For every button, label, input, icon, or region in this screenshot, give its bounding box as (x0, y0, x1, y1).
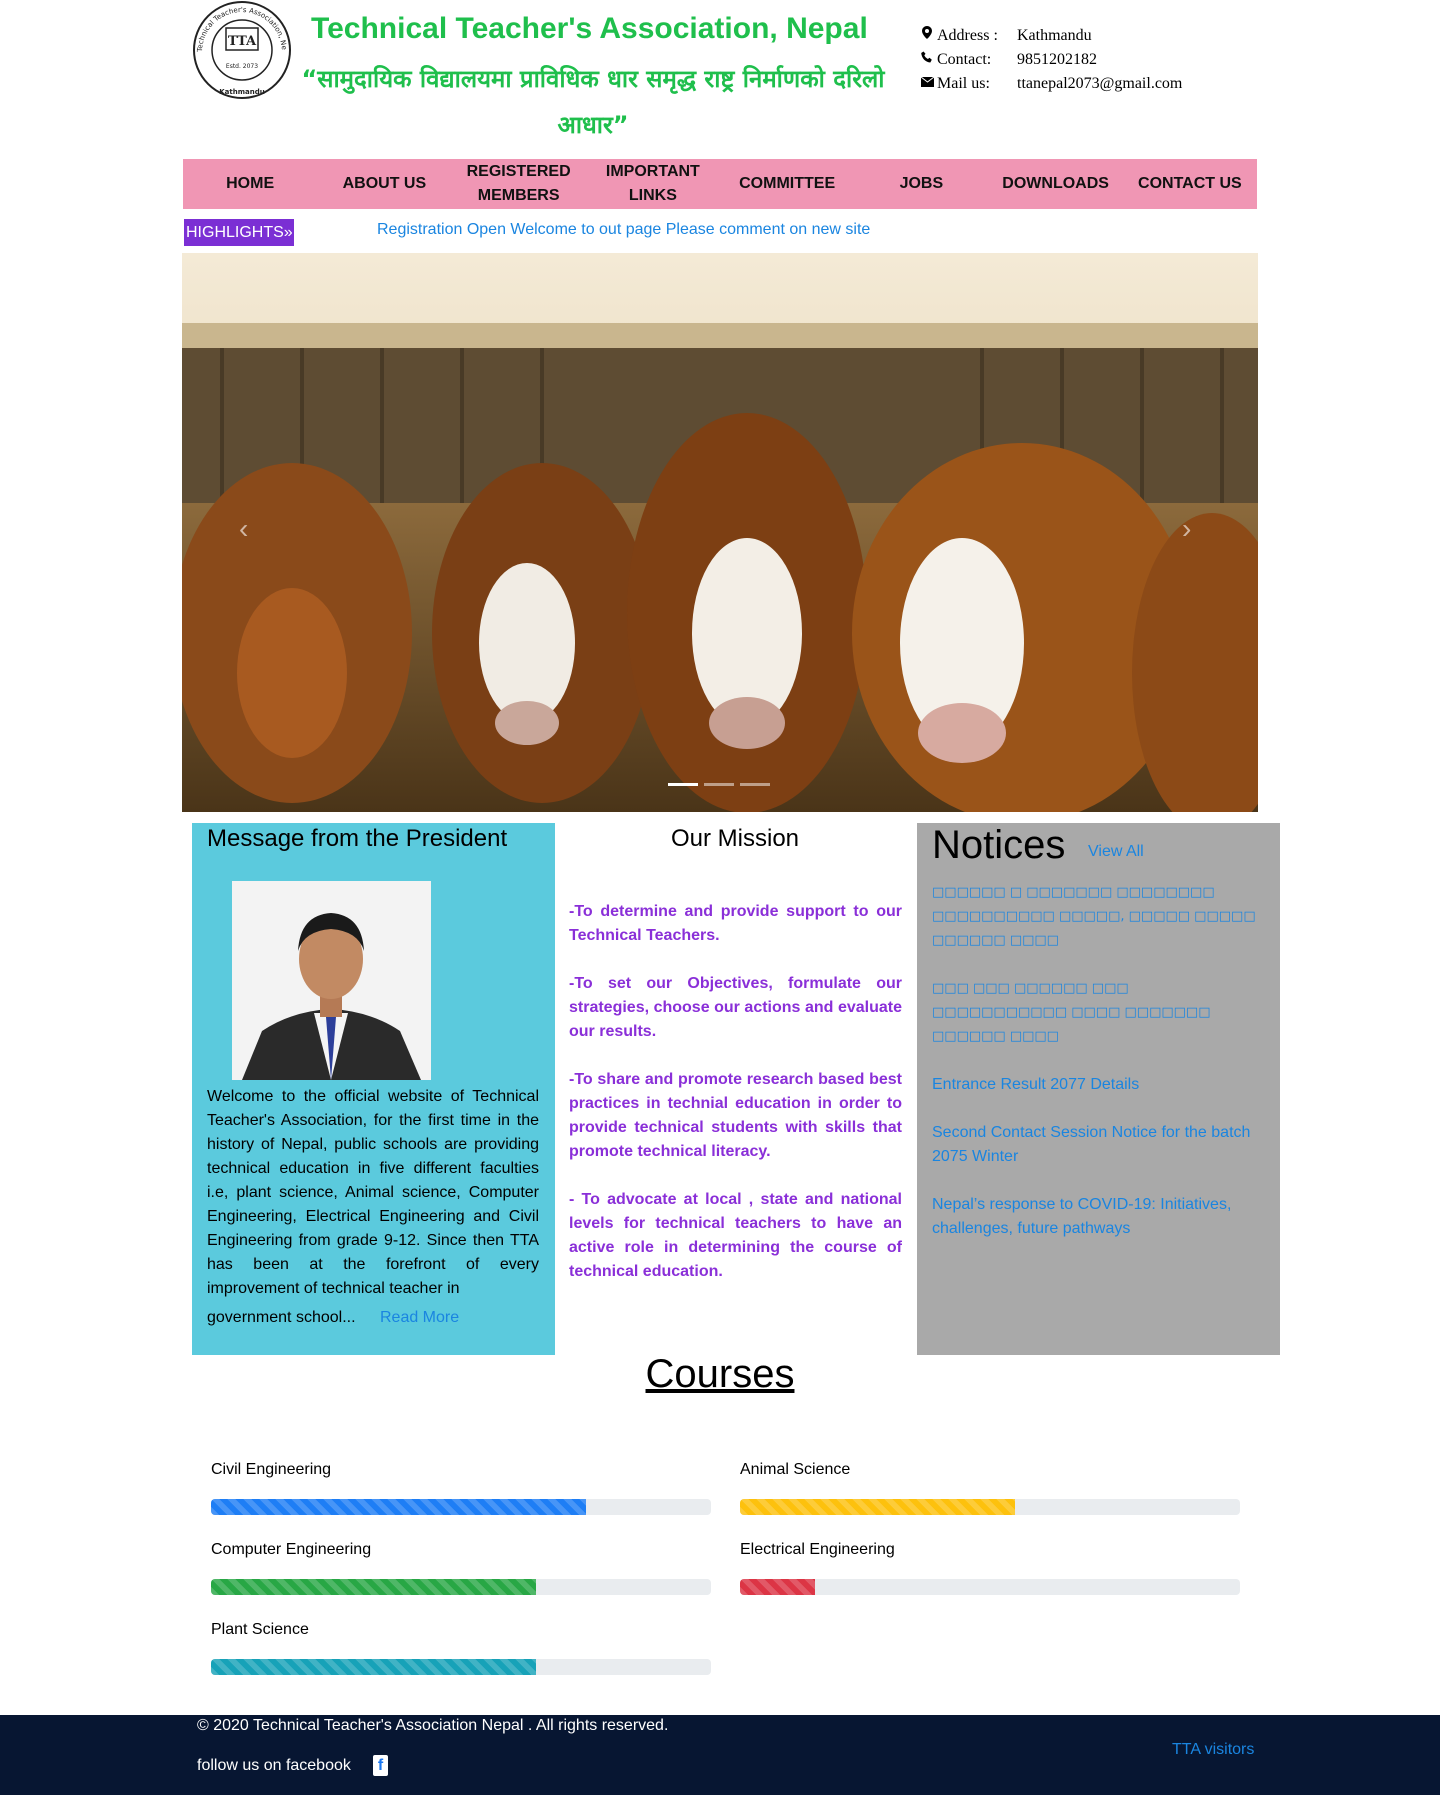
mission-item: -To determine and provide support to our… (569, 903, 902, 944)
president-message-tail: government school... Read More (207, 1309, 459, 1327)
tta-logo[interactable]: Technical Teacher's Association, Nepal T… (178, 0, 304, 102)
facebook-icon[interactable]: f (373, 1755, 388, 1776)
course-progress-bar (211, 1659, 711, 1675)
notice-list: □□□□□□ □ □□□□□□□ □□□□□□□□ □□□□□□□□□□ □□□… (932, 881, 1267, 1265)
president-message-ellipsis: government school... (207, 1309, 356, 1326)
contact-row: Contact: 9851202182 (921, 48, 1182, 72)
carousel-indicator[interactable] (668, 783, 698, 786)
highlights-badge: HIGHLIGHTS» (184, 219, 294, 246)
phone-icon (921, 48, 933, 72)
mail-value[interactable]: ttanepal2073@gmail.com (1017, 72, 1182, 96)
course-progress-bar (740, 1579, 1240, 1595)
contact-value[interactable]: 9851202182 (1017, 48, 1097, 72)
carousel-indicators (668, 783, 770, 786)
mail-row: Mail us: ttanepal2073@gmail.com (920, 72, 1182, 96)
contact-info: Address : Kathmandu Contact: 9851202182 … (920, 24, 1182, 96)
notice-link[interactable]: Nepal’s response to COVID-19: Initiative… (932, 1193, 1267, 1241)
course-name: Civil Engineering (211, 1461, 332, 1478)
president-heading: Message from the President (207, 825, 508, 852)
president-photo (232, 881, 431, 1080)
course-name: Computer Engineering (211, 1541, 372, 1558)
mission-item: -To share and promote research based bes… (569, 1071, 902, 1160)
envelope-icon (920, 72, 935, 96)
address-row: Address : Kathmandu (921, 24, 1182, 48)
logo-initials: TTA (228, 34, 257, 49)
carousel-indicator[interactable] (740, 783, 770, 786)
course-name: Plant Science (211, 1621, 309, 1638)
address-label: Address : (937, 27, 998, 44)
course-progress-fill (211, 1579, 536, 1595)
highlights-ticker[interactable]: Registration Open Welcome to out page Pl… (377, 221, 870, 239)
read-more-link[interactable]: Read More (380, 1309, 459, 1326)
course-progress-bar (211, 1499, 711, 1515)
main-nav: HOME ABOUT US REGISTERED MEMBERS IMPORTA… (183, 159, 1257, 209)
carousel-next-button[interactable]: › (1182, 513, 1191, 545)
course-progress-fill (740, 1579, 815, 1595)
logo-city: Kathmandu (219, 88, 264, 96)
courses-heading: Courses (645, 1352, 795, 1396)
course-name: Electrical Engineering (740, 1541, 895, 1558)
mission-item: - To advocate at local , state and natio… (569, 1191, 902, 1280)
address-value: Kathmandu (1017, 27, 1092, 44)
notice-link[interactable]: □□□ □□□ □□□□□□ □□□ □□□□□□□□□□□ □□□□ □□□□… (932, 977, 1267, 1049)
course-name: Animal Science (740, 1461, 851, 1478)
view-all-notices-link[interactable]: View All (1088, 843, 1144, 861)
notices-panel: Notices View All □□□□□□ □ □□□□□□□ □□□□□□… (917, 823, 1280, 1355)
mission-list: -To determine and provide support to our… (569, 900, 902, 1308)
map-marker-icon (921, 24, 933, 48)
carousel-prev-button[interactable]: ‹ (239, 513, 248, 545)
tta-visitors-link[interactable]: TTA visitors (1172, 1741, 1254, 1759)
nav-committee[interactable]: COMMITTEE (720, 159, 854, 209)
site-slogan: “सामुदायिक विद्यालयमा प्राविधिक धार समृद… (301, 65, 885, 139)
notices-heading: Notices (932, 823, 1066, 867)
site-title: Technical Teacher's Association, Nepal (311, 12, 868, 45)
carousel-indicator[interactable] (704, 783, 734, 786)
nav-home[interactable]: HOME (183, 159, 317, 209)
logo-estd: Estd. 2073 (226, 63, 258, 70)
image-carousel: ‹ › (182, 253, 1258, 812)
notice-link[interactable]: Entrance Result 2077 Details (932, 1073, 1267, 1097)
nav-registered-members[interactable]: REGISTERED MEMBERS (452, 159, 586, 209)
nav-about-us[interactable]: ABOUT US (317, 159, 451, 209)
course-progress-fill (740, 1499, 1015, 1515)
mail-label: Mail us: (937, 75, 990, 92)
footer-copyright: © 2020 Technical Teacher's Association N… (197, 1717, 669, 1734)
notice-link[interactable]: □□□□□□ □ □□□□□□□ □□□□□□□□ □□□□□□□□□□ □□□… (932, 881, 1267, 953)
president-message-panel: Message from the President Welcome to th… (192, 823, 555, 1355)
footer-follow-text: follow us on facebook (197, 1757, 351, 1774)
course-progress-bar (211, 1579, 711, 1595)
mission-heading: Our Mission (670, 825, 800, 852)
mission-item: -To set our Objectives, formulate our st… (569, 975, 902, 1040)
nav-downloads[interactable]: DOWNLOADS (989, 159, 1123, 209)
course-progress-fill (211, 1659, 536, 1675)
carousel-slide-cows (182, 253, 1258, 812)
course-progress-fill (211, 1499, 586, 1515)
president-message-text: Welcome to the official website of Techn… (207, 1088, 539, 1297)
contact-label: Contact: (937, 51, 992, 68)
nav-jobs[interactable]: JOBS (854, 159, 988, 209)
nav-important-links[interactable]: IMPORTANT LINKS (586, 159, 720, 209)
course-progress-bar (740, 1499, 1240, 1515)
notice-link[interactable]: Second Contact Session Notice for the ba… (932, 1121, 1267, 1169)
nav-contact-us[interactable]: CONTACT US (1123, 159, 1257, 209)
